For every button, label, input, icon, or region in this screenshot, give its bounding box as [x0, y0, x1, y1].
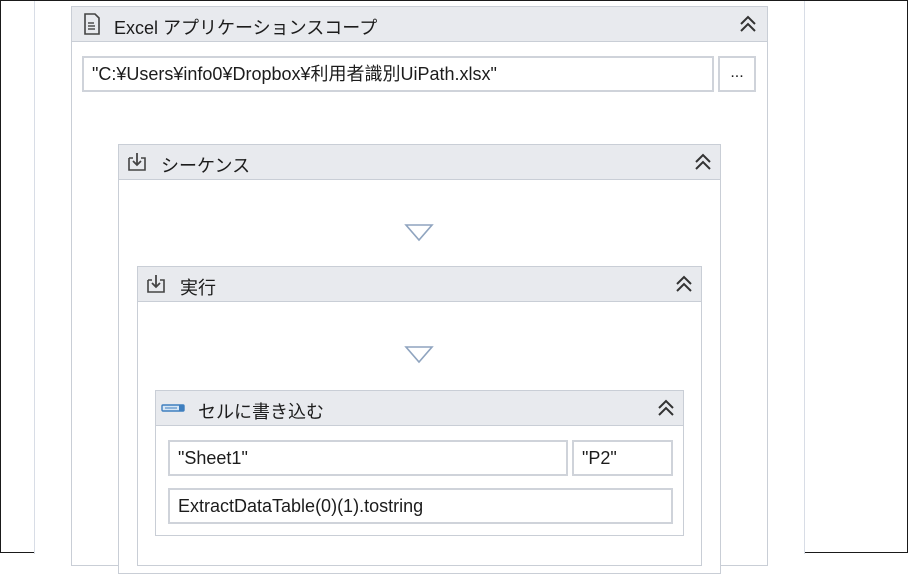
workbook-path-input[interactable]: "C:¥Users¥info0¥Dropbox¥利用者識別UiPath.xlsx…: [82, 56, 714, 92]
excel-scope-header[interactable]: Excel アプリケーションスコープ: [72, 7, 767, 42]
browse-button[interactable]: ...: [718, 56, 756, 92]
cell-value-input[interactable]: ExtractDataTable(0)(1).tostring: [168, 488, 673, 524]
collapse-chevron-icon[interactable]: [692, 151, 714, 173]
sheet-name-input[interactable]: "Sheet1": [168, 440, 568, 476]
collapse-chevron-icon[interactable]: [737, 13, 759, 35]
sequence-icon: [147, 275, 165, 293]
collapse-chevron-icon[interactable]: [655, 397, 677, 419]
excel-document-icon: [84, 13, 100, 35]
drop-here-arrow-icon[interactable]: [404, 345, 434, 365]
collapse-chevron-icon[interactable]: [673, 273, 695, 295]
window-frame: Excel アプリケーションスコープ "C:¥Users¥info0¥Dropb…: [0, 0, 908, 574]
write-cell-icon: [161, 404, 185, 412]
sequence-header[interactable]: シーケンス: [119, 145, 720, 180]
execute-activity[interactable]: 実行 セルに書き込む "Sheet1" "P2" ExtractDataTabl…: [137, 266, 702, 566]
workflow-designer-canvas[interactable]: Excel アプリケーションスコープ "C:¥Users¥info0¥Dropb…: [34, 1, 805, 574]
excel-scope-title: Excel アプリケーションスコープ: [114, 18, 378, 38]
write-cell-title: セルに書き込む: [198, 402, 324, 422]
execute-title: 実行: [180, 278, 216, 298]
cell-range-input[interactable]: "P2": [572, 440, 673, 476]
write-cell-header[interactable]: セルに書き込む: [156, 391, 683, 426]
sequence-icon: [128, 153, 146, 171]
drop-here-arrow-icon[interactable]: [404, 223, 434, 243]
write-cell-activity[interactable]: セルに書き込む "Sheet1" "P2" ExtractDataTable(0…: [155, 390, 684, 536]
sequence-title: シーケンス: [161, 156, 251, 176]
sequence-activity[interactable]: シーケンス 実行 セルに書き込む "Sheet1" "P2" ExtractDa…: [118, 144, 721, 574]
excel-application-scope-activity[interactable]: Excel アプリケーションスコープ "C:¥Users¥info0¥Dropb…: [71, 6, 768, 574]
execute-header[interactable]: 実行: [138, 267, 701, 302]
